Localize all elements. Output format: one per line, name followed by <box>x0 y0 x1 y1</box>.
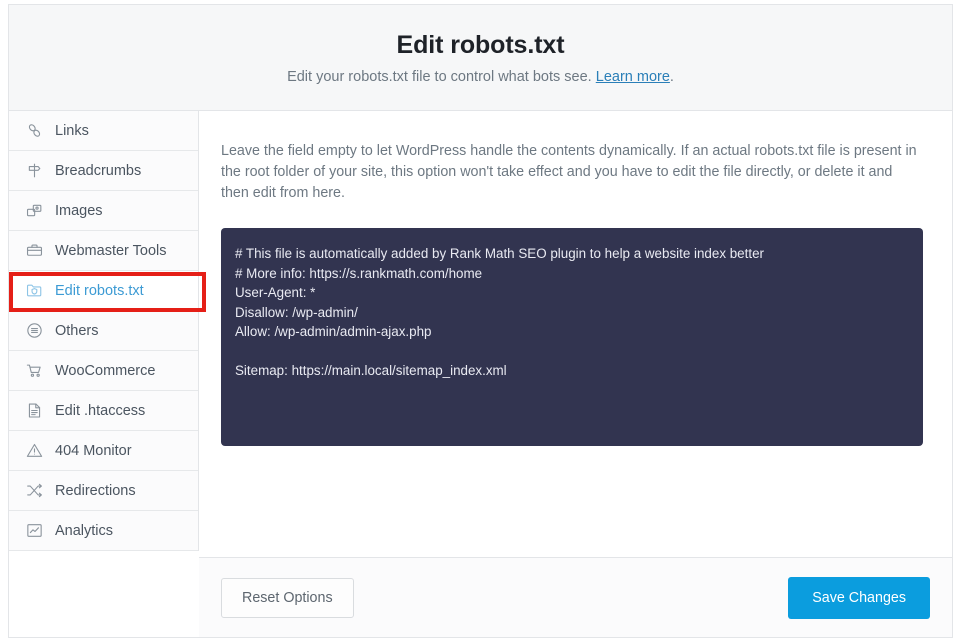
sidebar-item-404-monitor[interactable]: 404 Monitor <box>9 431 198 471</box>
page-subtitle-text-after: . <box>669 68 674 85</box>
sidebar-item-analytics[interactable]: Analytics <box>9 511 198 551</box>
sidebar-item-webmaster-tools[interactable]: Webmaster Tools <box>9 231 198 271</box>
page-subtitle: Edit your robots.txt file to control wha… <box>287 69 674 85</box>
body-split: Links Breadcrumbs Images Webmaster Tools Edi… <box>9 111 952 637</box>
sidebar-item-label: Redirections <box>55 482 136 499</box>
sidebar-item-label: Others <box>55 322 99 339</box>
sidebar-item-label: Edit .htaccess <box>55 402 146 419</box>
sidebar-item-breadcrumbs[interactable]: Breadcrumbs <box>9 151 198 191</box>
learn-more-link[interactable]: Learn more <box>596 69 670 85</box>
page-subtitle-text-before: Edit your robots.txt file to control wha… <box>287 68 596 85</box>
sidebar-item-label: Images <box>55 202 103 219</box>
content-footer: Reset Options Save Changes <box>199 557 952 637</box>
page-header: Edit robots.txt Edit your robots.txt fil… <box>9 5 952 111</box>
link-icon <box>23 120 45 142</box>
folder-shield-icon <box>23 280 45 302</box>
sidebar-item-label: Edit robots.txt <box>55 282 144 299</box>
settings-sidebar: Links Breadcrumbs Images Webmaster Tools Edi… <box>9 111 206 551</box>
shuffle-icon <box>23 480 45 502</box>
document-icon <box>23 400 45 422</box>
sidebar-item-label: 404 Monitor <box>55 442 132 459</box>
sidebar-nav-list: Links Breadcrumbs Images Webmaster Tools Edi… <box>9 111 198 551</box>
sidebar-item-label: Analytics <box>55 522 114 539</box>
sidebar-item-label: Webmaster Tools <box>55 242 167 259</box>
content-column: Leave the field empty to let WordPress h… <box>199 111 952 637</box>
sidebar-item-label: Links <box>55 122 89 139</box>
content-main: Leave the field empty to let WordPress h… <box>199 111 952 557</box>
chart-icon <box>23 520 45 542</box>
sidebar-item-woocommerce[interactable]: WooCommerce <box>9 351 198 391</box>
content-description: Leave the field empty to let WordPress h… <box>221 143 917 201</box>
sidebar-item-label: WooCommerce <box>55 362 156 379</box>
signpost-icon <box>23 160 45 182</box>
save-changes-button[interactable]: Save Changes <box>788 576 930 619</box>
reset-options-button[interactable]: Reset Options <box>221 577 354 618</box>
sidebar-item-images[interactable]: Images <box>9 191 198 231</box>
settings-card: Edit robots.txt Edit your robots.txt fil… <box>8 4 953 638</box>
list-circle-icon <box>23 320 45 342</box>
warning-triangle-icon <box>23 440 45 462</box>
sidebar-item-others[interactable]: Others <box>9 311 198 351</box>
robots-txt-editor[interactable] <box>221 228 923 446</box>
briefcase-icon <box>23 240 45 262</box>
images-icon <box>23 200 45 222</box>
page-title: Edit robots.txt <box>396 30 565 59</box>
sidebar-item-label: Breadcrumbs <box>55 162 142 179</box>
sidebar-item-redirections[interactable]: Redirections <box>9 471 198 511</box>
sidebar-item-edit-robots-txt[interactable]: Edit robots.txt <box>9 271 198 311</box>
sidebar-item-edit-htaccess[interactable]: Edit .htaccess <box>9 391 198 431</box>
sidebar-item-links[interactable]: Links <box>9 111 198 151</box>
shopping-cart-icon <box>23 360 45 382</box>
